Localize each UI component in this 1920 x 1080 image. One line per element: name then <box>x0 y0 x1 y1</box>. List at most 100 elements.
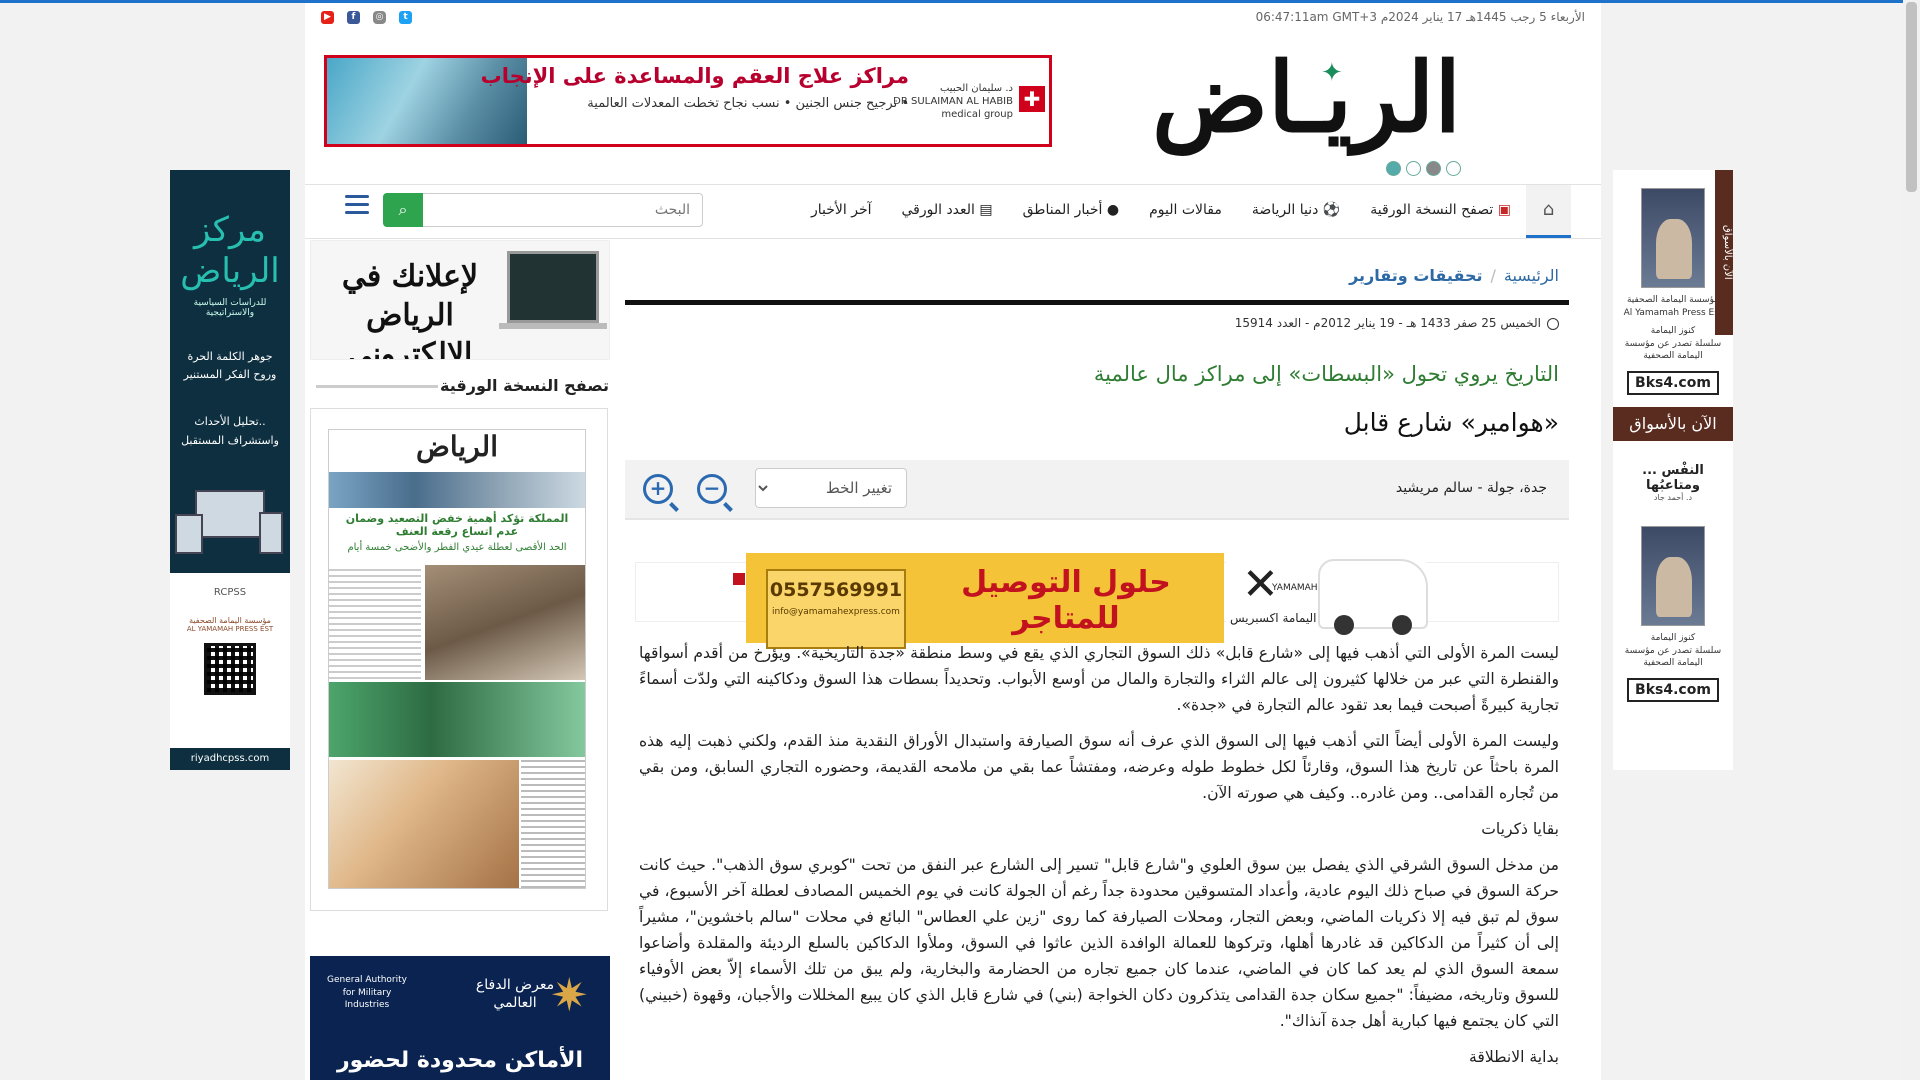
nav-item-latest-news[interactable]: آخر الأخبار <box>811 202 872 218</box>
paper-photo <box>425 565 585 680</box>
article-toolbar: جدة، جولة - سالم مريشيد تغيير الخط − + <box>625 460 1569 520</box>
current-date: الأربعاء 5 رجب 1445هـ 17 يناير 2024م 06:… <box>1255 10 1585 24</box>
article-subtitle: التاريخ يروي تحول «البسطات» إلى مراكز ما… <box>1093 362 1559 386</box>
ad-slogan: حلول التوصيل للمتاجر <box>961 565 1171 636</box>
ad-logo: مركز الرياض <box>180 210 280 291</box>
ad-slogan-line: جوهر الكلمة الحرة <box>187 349 273 363</box>
top-bar: ▶ f ◎ t الأربعاء 5 رجب 1445هـ 17 يناير 2… <box>305 3 1601 33</box>
color-dot[interactable] <box>1406 161 1421 176</box>
nav-item-label: تصفح النسخة الورقية <box>1370 202 1494 218</box>
paper-subheadline: الحد الأقصى لعطلة عيدي الفطر والأضحى خمس… <box>347 542 567 553</box>
ad-logo-sub: للدراسات السياسية والاستراتيجية <box>193 297 267 318</box>
sidebar-ad[interactable]: لإعلانك في الرياض الالكتروني <box>310 240 610 360</box>
site-logo[interactable]: ✦ الريـاض <box>1152 48 1461 158</box>
breadcrumb: الرئيسية / تحقيقات وتقارير <box>1349 266 1559 285</box>
article-headline: «هوامير» شارع قابل <box>1343 408 1559 437</box>
ad-exhibition: معرض الدفاع العالمي <box>475 977 555 1012</box>
ad-bullets: • ترجيح جنس الجنين • نسب نجاح تخطت المعد… <box>587 96 909 111</box>
top-banner-ad[interactable]: مراكز علاج العقم والمساعدة على الإنجاب •… <box>324 55 1052 147</box>
nav-item-label: دنيا الرياضة <box>1251 202 1319 218</box>
series-desc: سلسلة تصدر عن مؤسسة اليمامة الصحفية <box>1624 338 1722 362</box>
zoom-in-icon[interactable]: + <box>643 474 673 504</box>
pdf-icon: ▣ <box>1497 202 1511 218</box>
zoom-out-icon[interactable]: − <box>697 474 727 504</box>
paper-photo-strip <box>329 472 585 508</box>
ad-email: info@yamamahexpress.com <box>772 607 900 617</box>
devices-illustration <box>175 490 285 560</box>
nav-item-paper-browse[interactable]: ▣ تصفح النسخة الورقية <box>1370 202 1511 218</box>
paper-masthead: الرياض <box>416 430 498 463</box>
breadcrumb-section[interactable]: تحقيقات وتقارير <box>1349 266 1482 285</box>
breadcrumb-home[interactable]: الرئيسية <box>1504 266 1559 285</box>
paper-preview-box: الرياض المملكة تؤكد أهمية خفض التصعيد وض… <box>310 408 608 911</box>
right-skyscraper-ad[interactable]: الآن بالأسواق مؤسسة اليمامة الصحفية Al Y… <box>1613 170 1733 770</box>
defense-expo-ad[interactable]: General Authority for Military Industrie… <box>310 956 610 1080</box>
palm-swords-icon: ✦ <box>1321 58 1343 88</box>
article-body: ليست المرة الأولى التي أذهب فيها إلى «شا… <box>639 640 1559 1080</box>
menu-hamburger-icon[interactable] <box>345 195 369 219</box>
search-icon[interactable]: ⌕ <box>383 193 423 227</box>
ad-slogan: جوهر الكلمة الحرة وروح الفكر المستنير <box>170 348 290 385</box>
ad-slogan-line: واستشراف المستقبل <box>181 433 279 447</box>
article: الرئيسية / تحقيقات وتقارير الخميس 25 صفر… <box>625 240 1569 1080</box>
nav-item-regions[interactable]: ● أخبار المناطق <box>1023 202 1119 218</box>
now-in-markets-banner: الآن بالأسواق <box>1613 406 1733 441</box>
yamama-logo: مؤسسة اليمامة الصحفية <box>189 616 271 625</box>
nav-item-paper-issue[interactable]: ▤ العدد الورقي <box>901 202 992 218</box>
sponsor-sub: medical group <box>941 109 1013 120</box>
paper-text-columns <box>521 760 585 888</box>
paper-photo <box>329 682 585 757</box>
ad-vertical-label: الآن بالأسواق <box>1715 170 1733 335</box>
font-select[interactable]: تغيير الخط <box>755 468 907 508</box>
paper-headline: المملكة تؤكد أهمية خفض التصعيد وضمان عدم… <box>329 508 585 542</box>
paragraph: ليست المرة الأولى التي أذهب فيها إلى «شا… <box>639 644 1559 714</box>
page-scrollbar[interactable] <box>1903 0 1920 1080</box>
color-dot[interactable] <box>1446 161 1461 176</box>
article-date: الخميس 25 صفر 1433 هـ - 19 يناير 2012م -… <box>1234 316 1541 330</box>
hospital-cross-icon: ✚ <box>1019 86 1045 112</box>
twitter-icon[interactable]: t <box>399 11 412 24</box>
search-box: ⌕ <box>383 193 703 227</box>
yamama-express-ad[interactable]: 0557569991 info@yamamahexpress.com حلول … <box>635 553 1559 649</box>
ad-brand-ar: اليمامة اكسبريس <box>1230 611 1317 625</box>
subheading: بداية الانطلاقة <box>1469 1048 1559 1066</box>
laptop-icon <box>507 251 599 323</box>
book-author: د. أحمد جاد <box>1653 492 1693 502</box>
clock-icon <box>1547 317 1559 330</box>
series-name: كنوز اليمامة <box>1650 632 1696 643</box>
header-rule <box>625 300 1569 305</box>
home-icon[interactable]: ⌂ <box>1526 185 1571 238</box>
facebook-icon[interactable]: f <box>347 11 360 24</box>
ad-slogan-line: وروح الفكر المستنير <box>183 368 277 382</box>
paper-preview[interactable]: الرياض المملكة تؤكد أهمية خفض التصعيد وض… <box>328 429 586 889</box>
ad-slogan-line: تحليل الأحداث.. <box>194 414 266 428</box>
delivery-van-image <box>1318 559 1428 635</box>
bks-link[interactable]: Bks4.com <box>1627 370 1719 395</box>
sidebar: لإعلانك في الرياض الالكتروني تصفح النسخة… <box>310 240 615 1080</box>
series-desc: سلسلة تصدر عن مؤسسة اليمامة الصحفية <box>1624 645 1722 669</box>
ad-big-text: الأماكن محدودة لحضور <box>336 1048 584 1073</box>
nav-item-label: أخبار المناطق <box>1022 202 1103 218</box>
ad-title: مراكز علاج العقم والمساعدة على الإنجاب <box>480 64 909 88</box>
nav-item-sports[interactable]: ⚽ دنيا الرياضة <box>1252 202 1340 218</box>
paper-photo <box>329 760 519 888</box>
paper-section-header: تصفح النسخة الورقية <box>310 372 615 400</box>
main-container: ▶ f ◎ t الأربعاء 5 رجب 1445هـ 17 يناير 2… <box>305 3 1601 1080</box>
rcpss-logo: RCPSS <box>213 587 247 598</box>
ad-organizer: General Authority for Military Industrie… <box>327 975 407 1011</box>
left-skyscraper-ad[interactable]: مركز الرياض للدراسات السياسية والاستراتي… <box>170 170 290 770</box>
nav-item-articles[interactable]: مقالات اليوم <box>1149 202 1222 218</box>
sponsor-en: DR SULAIMAN AL HABIB <box>893 96 1013 107</box>
book-cover-image <box>1641 525 1705 626</box>
scrollbar-thumb[interactable] <box>1906 2 1917 192</box>
search-input[interactable] <box>419 193 703 227</box>
color-dot[interactable] <box>1426 161 1441 176</box>
bks-link[interactable]: Bks4.com <box>1627 677 1719 702</box>
ad-sponsor: د. سليمان الحبيب DR SULAIMAN AL HABIB me… <box>893 82 1013 121</box>
ad-contact: 0557569991 info@yamamahexpress.com <box>766 569 906 649</box>
youtube-icon[interactable]: ▶ <box>321 11 334 24</box>
book-cover-image <box>1641 188 1705 288</box>
instagram-icon[interactable]: ◎ <box>373 11 386 24</box>
color-dot[interactable] <box>1386 161 1401 176</box>
nav-menu: آخر الأخبار ▤ العدد الورقي ● أخبار المنا… <box>811 202 1511 218</box>
